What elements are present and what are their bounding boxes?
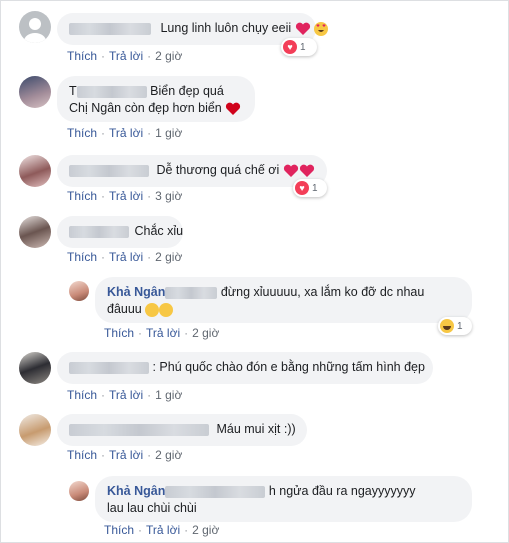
comment-bubble: Lung linh luôn chụy eeii — [57, 13, 329, 45]
comment-text: Lung linh luôn chụy eeii — [160, 21, 292, 35]
comment-text-line2: đâuuu — [107, 302, 142, 316]
comment-actions: Thích · Trả lời · 2 giờ — [104, 326, 220, 340]
kissing-emoji-icon — [145, 302, 160, 317]
like-link[interactable]: Thích — [104, 326, 134, 340]
comment-text-line2: Chị Ngân còn đẹp hơn biển — [69, 101, 222, 115]
comment-actions: Thích · Trả lời · 2 giờ — [67, 250, 183, 264]
comment-actions: Thích · Trả lời · 2 giờ — [104, 523, 220, 537]
heart-emoji-icon — [295, 22, 310, 35]
reply-link[interactable]: Trả lời — [109, 189, 143, 203]
comment-text: : Phú quốc chào đón e bằng những tấm hìn… — [152, 360, 425, 374]
comment-actions: Thích · Trả lời · 2 giờ — [67, 49, 183, 63]
heart-emoji-icon — [283, 164, 298, 177]
timestamp[interactable]: 2 giờ — [155, 250, 182, 264]
comment-text: Máu mui xịt :)) — [216, 422, 296, 436]
reply-link[interactable]: Trả lời — [109, 448, 143, 462]
love-reaction-icon: ♥ — [283, 40, 297, 54]
timestamp[interactable]: 2 giờ — [155, 448, 182, 462]
heart-eyes-emoji-icon — [314, 21, 329, 36]
blurred-name[interactable] — [69, 423, 209, 436]
like-link[interactable]: Thích — [67, 49, 97, 63]
comment-actions: Thích · Trả lời · 1 giờ — [67, 388, 183, 402]
timestamp[interactable]: 1 giờ — [155, 388, 182, 402]
avatar[interactable] — [19, 216, 51, 248]
blurred-name[interactable] — [69, 361, 149, 374]
haha-reaction-icon — [440, 319, 454, 333]
comment-bubble: Chắc xỉu — [57, 216, 183, 248]
blurred-name[interactable] — [69, 225, 129, 238]
comment-actions: Thích · Trả lời · 2 giờ — [67, 448, 183, 462]
avatar[interactable] — [19, 76, 51, 108]
reply-link[interactable]: Trả lời — [109, 49, 143, 63]
like-link[interactable]: Thích — [67, 126, 97, 140]
avatar[interactable] — [19, 414, 51, 446]
reaction-count[interactable]: ♥ 1 — [293, 179, 327, 197]
comment-text-line2: lau lau chùi chùi — [107, 501, 197, 515]
comment-text: Chắc xỉu — [134, 224, 184, 238]
blurred-name[interactable] — [165, 485, 266, 498]
comment-text-line1: h ngửa đầu ra ngayyyyyyy — [268, 484, 416, 498]
comment-bubble: T Biển đẹp quá Chị Ngân còn đẹp hơn biển — [57, 76, 255, 122]
timestamp[interactable]: 2 giờ — [192, 523, 219, 537]
blurred-name[interactable] — [76, 85, 147, 98]
blurred-name[interactable] — [165, 286, 218, 299]
commenter-name[interactable]: Khả Ngân — [107, 484, 165, 498]
reply-link[interactable]: Trả lời — [109, 126, 143, 140]
avatar[interactable] — [69, 481, 89, 501]
comment-text: Dễ thương quá chế ơi — [156, 163, 280, 177]
reaction-count[interactable]: ♥ 1 — [281, 38, 317, 56]
reaction-count[interactable]: 1 — [438, 317, 472, 335]
default-avatar-icon — [24, 18, 46, 43]
comment-bubble: Dễ thương quá chế ơi — [57, 155, 327, 187]
like-link[interactable]: Thích — [67, 388, 97, 402]
reply-link[interactable]: Trả lời — [109, 388, 143, 402]
heart-emoji-icon — [226, 102, 241, 115]
reply-link[interactable]: Trả lời — [109, 250, 143, 264]
comment-bubble: Máu mui xịt :)) — [57, 414, 307, 446]
like-link[interactable]: Thích — [67, 448, 97, 462]
commenter-name[interactable]: Khả Ngân — [107, 285, 165, 299]
reply-link[interactable]: Trả lời — [146, 523, 180, 537]
avatar[interactable] — [19, 352, 51, 384]
timestamp[interactable]: 2 giờ — [192, 326, 219, 340]
avatar[interactable] — [19, 11, 51, 43]
like-link[interactable]: Thích — [67, 189, 97, 203]
timestamp[interactable]: 2 giờ — [155, 49, 182, 63]
love-reaction-icon: ♥ — [295, 181, 309, 195]
timestamp[interactable]: 1 giờ — [155, 126, 182, 140]
avatar[interactable] — [69, 281, 89, 301]
reply-bubble: Khả Ngân đừng xỉuuuuu, xa lắm ko đỡ dc n… — [95, 277, 472, 323]
like-link[interactable]: Thích — [104, 523, 134, 537]
comment-actions: Thích · Trả lời · 1 giờ — [67, 126, 183, 140]
heart-emoji-icon — [299, 164, 314, 177]
avatar[interactable] — [19, 155, 51, 187]
reply-link[interactable]: Trả lời — [146, 326, 180, 340]
timestamp[interactable]: 3 giờ — [155, 189, 182, 203]
comment-bubble: : Phú quốc chào đón e bằng những tấm hìn… — [57, 352, 433, 384]
comment-text-line1: Biển đẹp quá — [150, 84, 224, 98]
blurred-name[interactable] — [69, 22, 151, 35]
comment-actions: Thích · Trả lời · 3 giờ — [67, 189, 183, 203]
blurred-name[interactable] — [69, 164, 149, 177]
grinning-emoji-icon — [159, 302, 174, 317]
like-link[interactable]: Thích — [67, 250, 97, 264]
comment-text-line1: đừng xỉuuuuu, xa lắm ko đỡ dc nhau — [220, 285, 425, 299]
reply-bubble: Khả Ngân h ngửa đầu ra ngayyyyyyy lau la… — [95, 476, 472, 522]
